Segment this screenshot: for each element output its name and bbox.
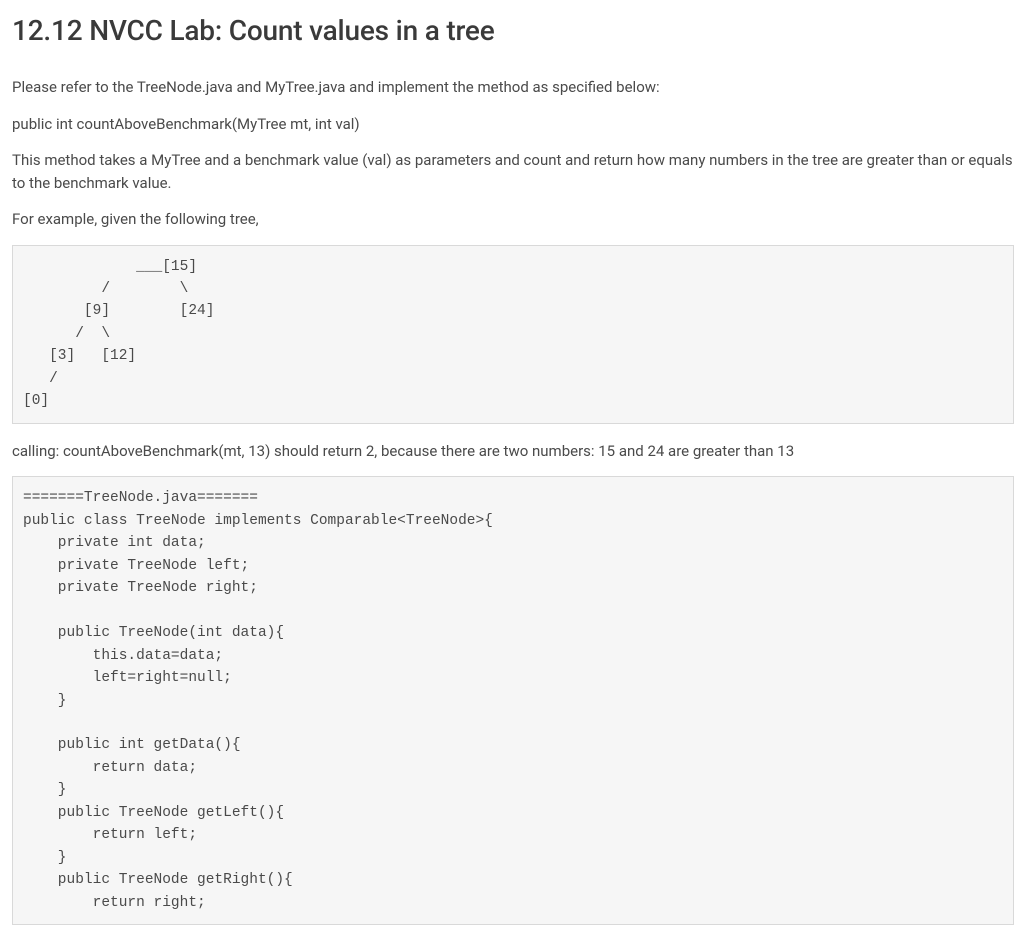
example-intro: For example, given the following tree,	[12, 208, 1014, 231]
method-description: This method takes a MyTree and a benchma…	[12, 149, 1014, 194]
example-explanation: calling: countAboveBenchmark(mt, 13) sho…	[12, 440, 1014, 463]
intro-paragraph: Please refer to the TreeNode.java and My…	[12, 76, 1014, 99]
method-signature: public int countAboveBenchmark(MyTree mt…	[12, 113, 1014, 136]
page-title: 12.12 NVCC Lab: Count values in a tree	[12, 10, 1014, 52]
code-listing: =======TreeNode.java======= public class…	[12, 476, 1014, 925]
tree-diagram: ___[15] / \ [9] [24] / \ [3] [12] / [0]	[12, 245, 1014, 424]
